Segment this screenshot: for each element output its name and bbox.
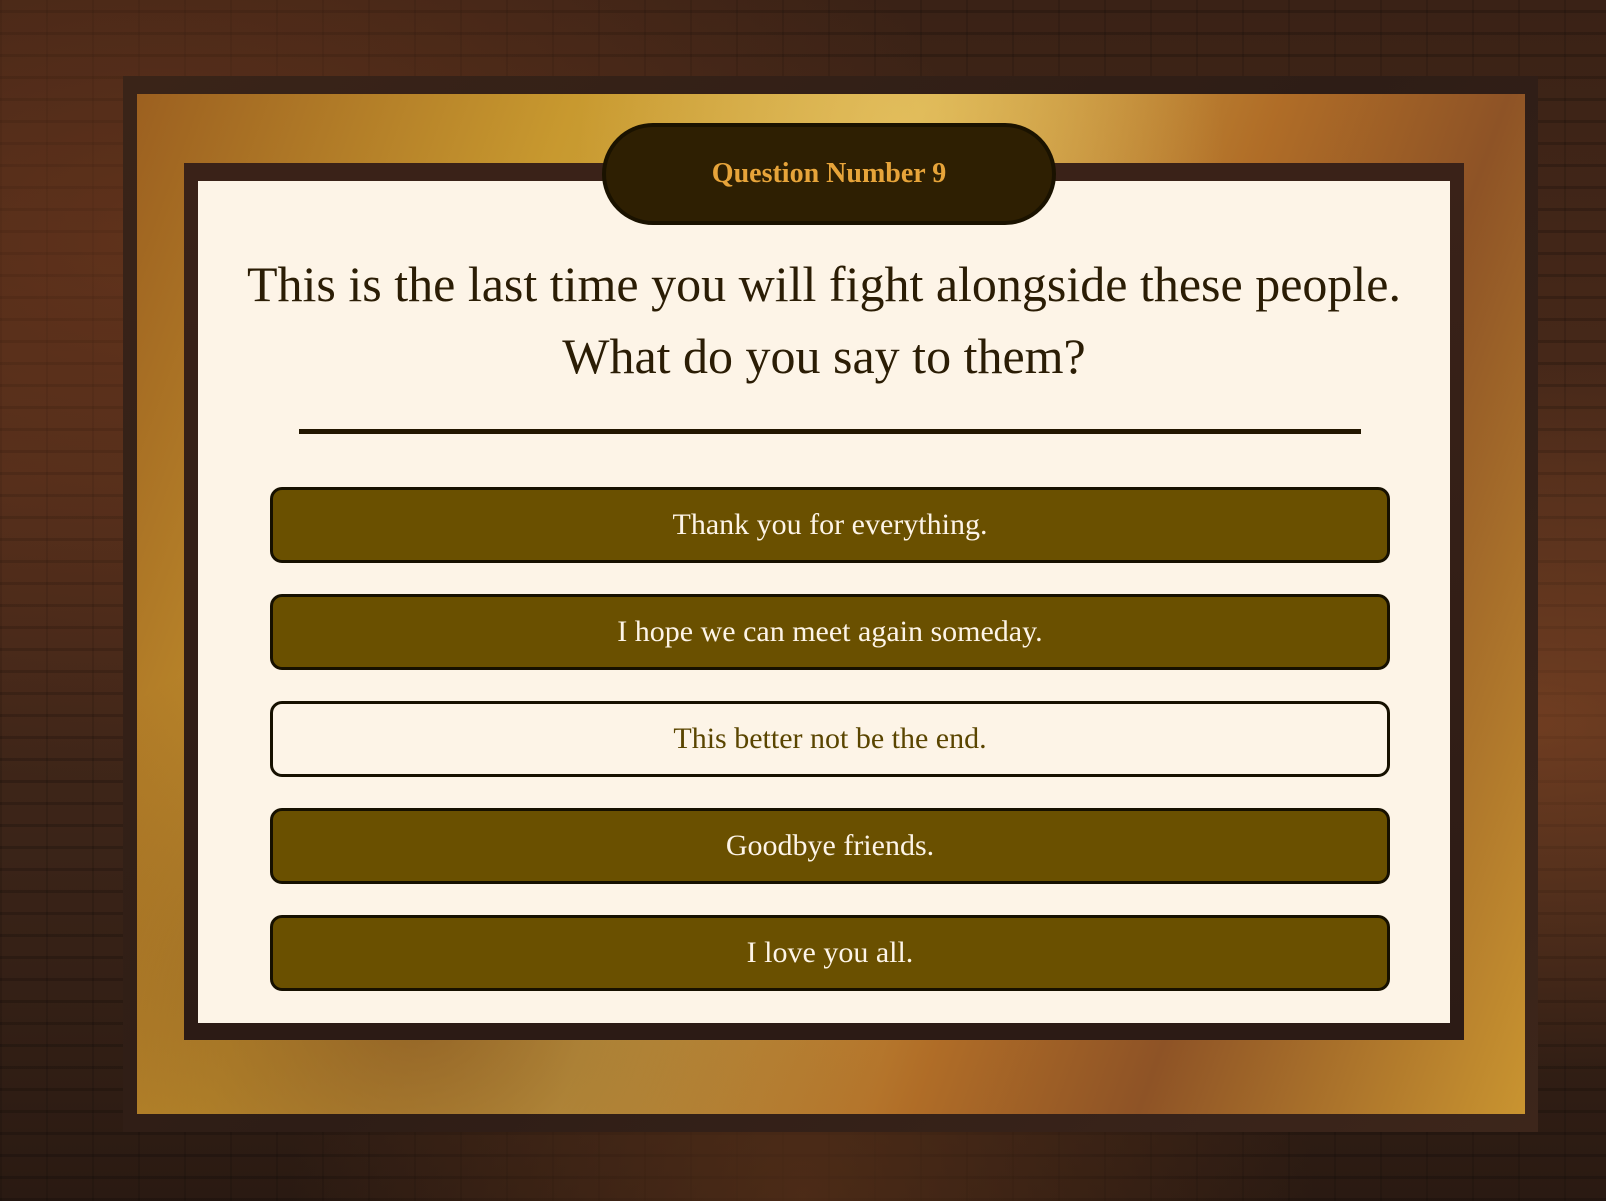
answer-list: Thank you for everything. I hope we can … bbox=[270, 487, 1390, 1022]
answer-button-4[interactable]: Goodbye friends. bbox=[270, 808, 1390, 884]
answer-button-3[interactable]: This better not be the end. bbox=[270, 701, 1390, 777]
answer-button-5[interactable]: I love you all. bbox=[270, 915, 1390, 991]
question-text: This is the last time you will fight alo… bbox=[198, 248, 1450, 392]
question-line-1: This is the last time you will fight alo… bbox=[247, 256, 1401, 312]
question-line-2: What do you say to them? bbox=[562, 328, 1086, 384]
divider bbox=[299, 429, 1361, 434]
question-number-label: Question Number 9 bbox=[711, 158, 947, 189]
question-number-badge: Question Number 9 bbox=[602, 123, 1056, 225]
answer-button-1[interactable]: Thank you for everything. bbox=[270, 487, 1390, 563]
answer-button-2[interactable]: I hope we can meet again someday. bbox=[270, 594, 1390, 670]
